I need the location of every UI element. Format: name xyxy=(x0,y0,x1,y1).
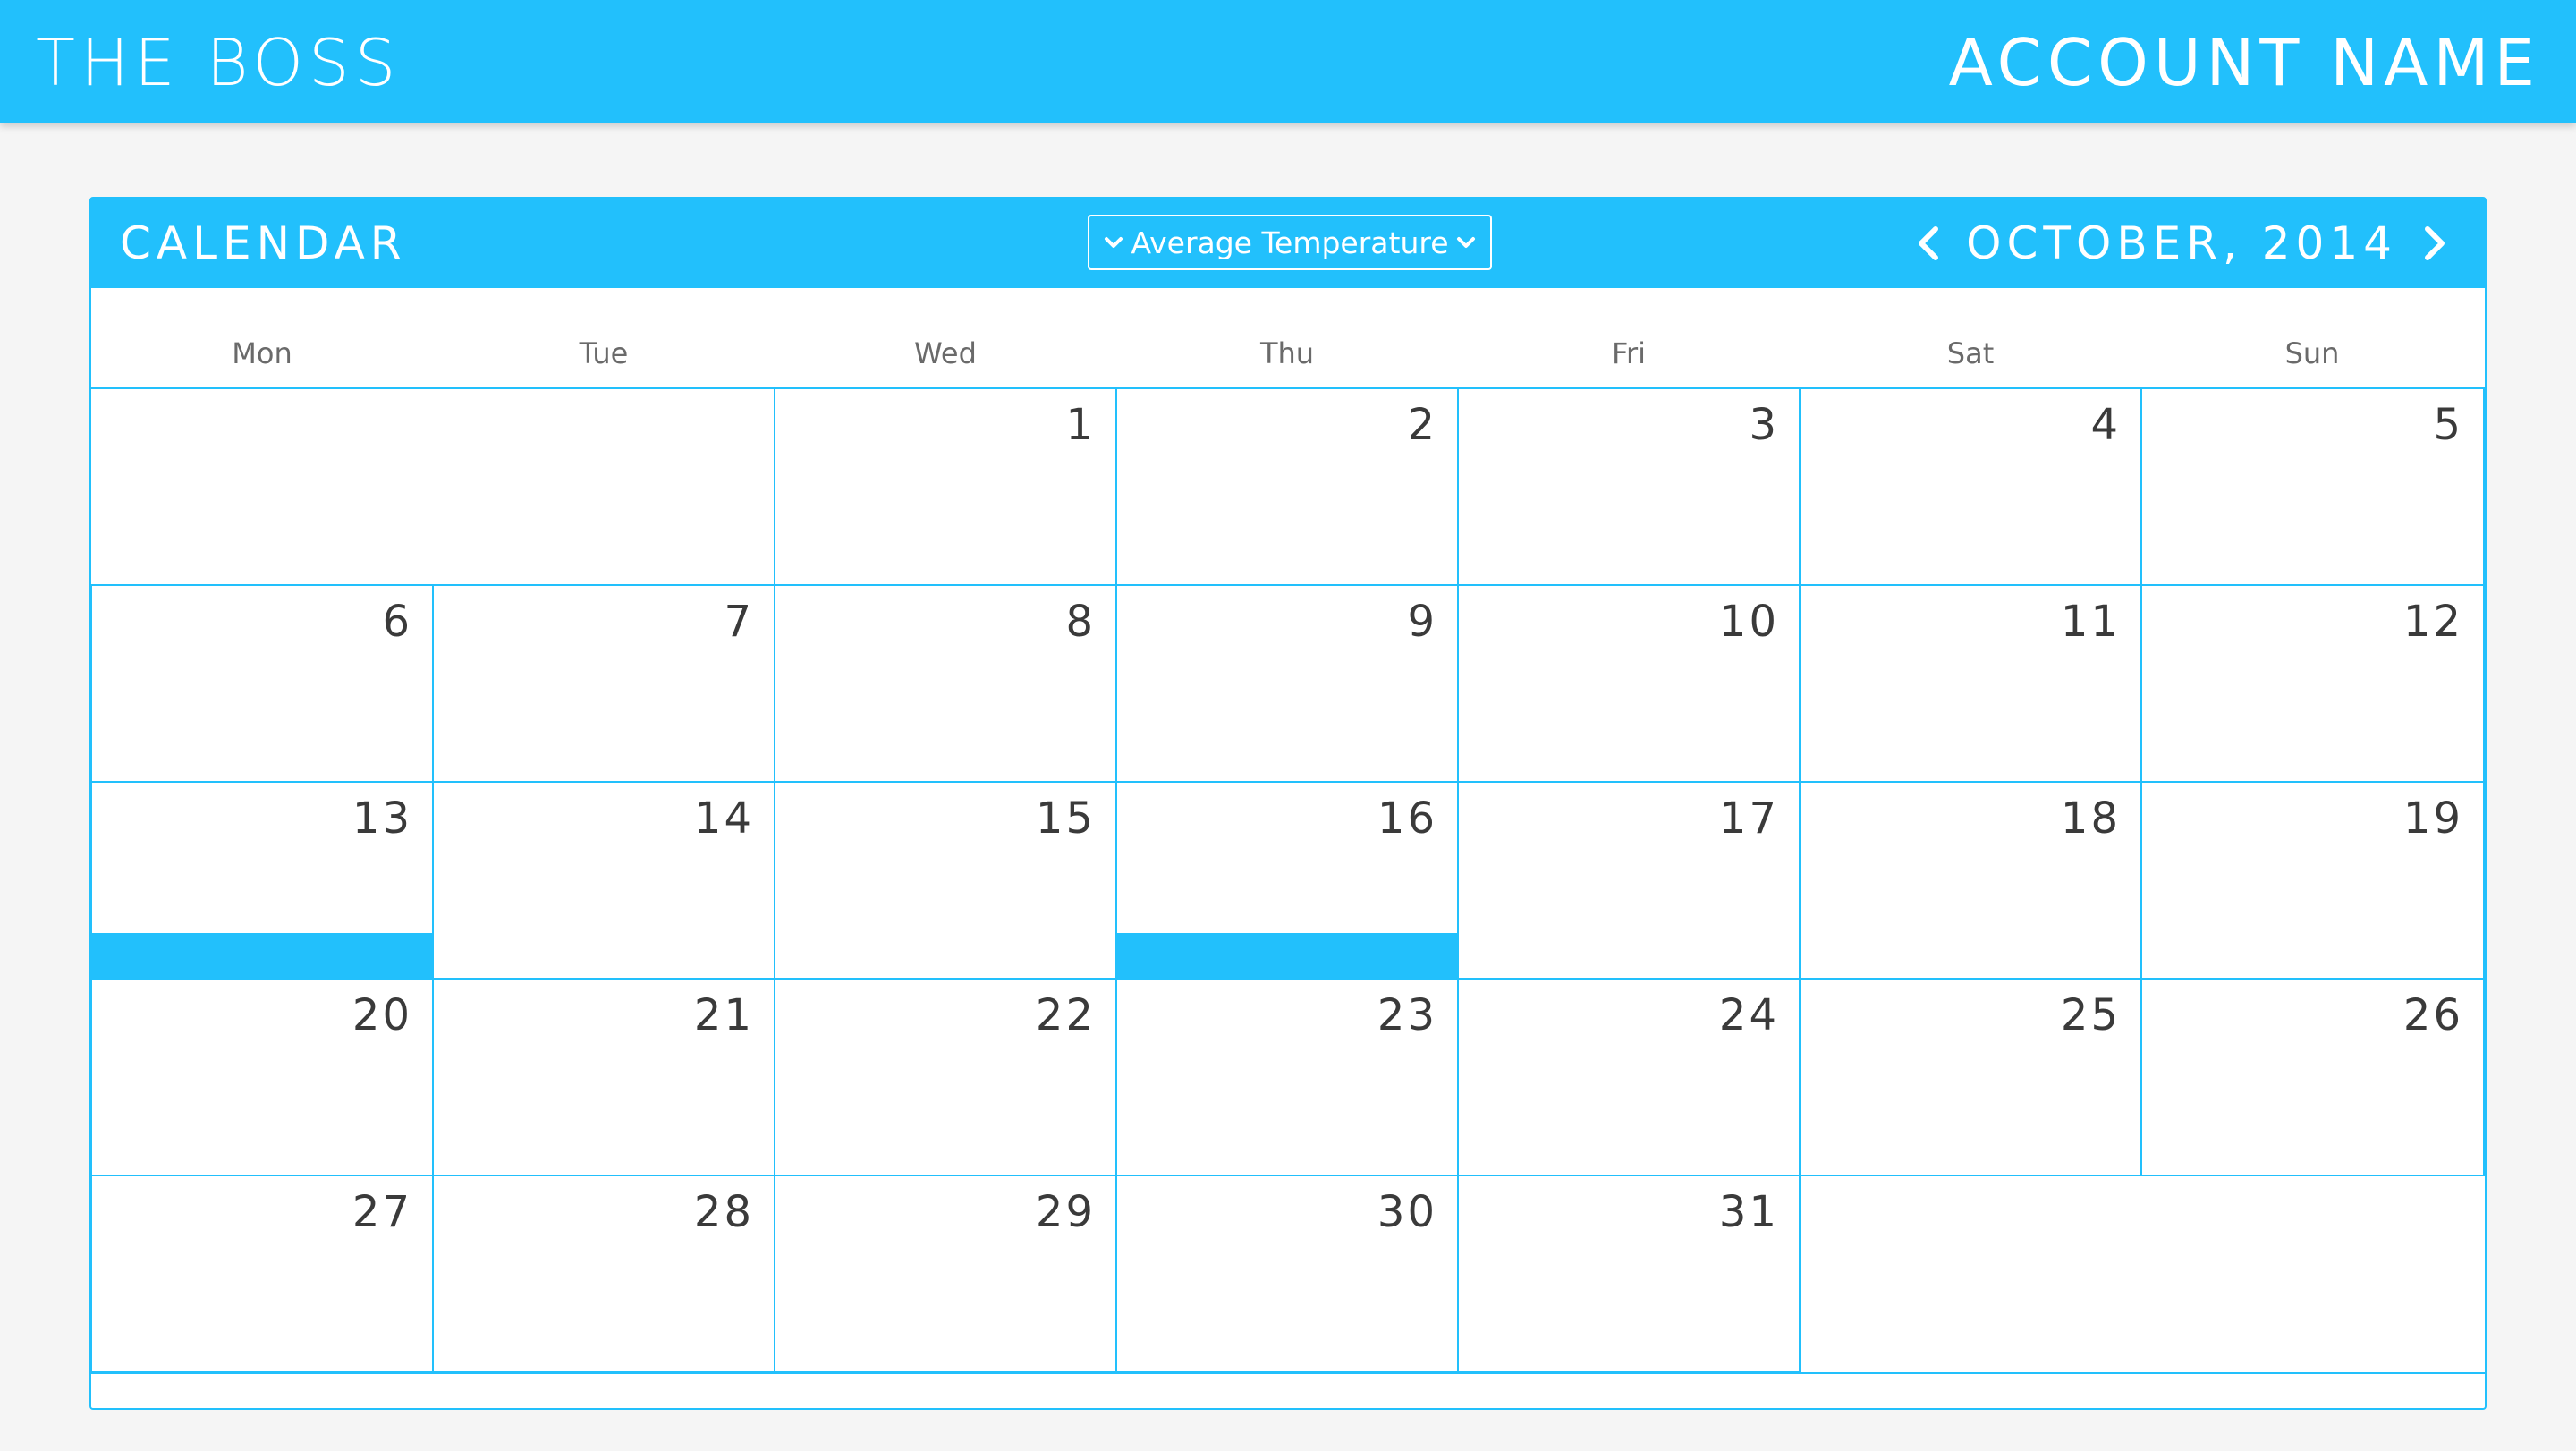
metric-label: Average Temperature xyxy=(1131,225,1449,260)
day-number: 6 xyxy=(382,597,412,647)
day-number: 8 xyxy=(1065,597,1096,647)
day-number: 11 xyxy=(2060,597,2121,647)
day-cell[interactable]: 11 xyxy=(1799,584,2142,783)
day-cell[interactable]: 26 xyxy=(2140,978,2485,1176)
event-bar[interactable] xyxy=(1117,933,1457,978)
day-number: 18 xyxy=(2060,793,2121,844)
day-number: 17 xyxy=(1718,793,1779,844)
day-cell[interactable]: 24 xyxy=(1457,978,1801,1176)
day-number: 21 xyxy=(693,990,754,1040)
chevron-down-icon xyxy=(1456,233,1476,252)
day-cell[interactable]: 16 xyxy=(1115,781,1459,980)
weekday-header: Mon Tue Wed Thu Fri Sat Sun xyxy=(91,288,2485,388)
day-cell[interactable]: 25 xyxy=(1799,978,2142,1176)
day-cell[interactable]: 14 xyxy=(432,781,775,980)
weekday-wed: Wed xyxy=(914,336,977,370)
day-number: 23 xyxy=(1377,990,1437,1040)
day-number: 31 xyxy=(1718,1187,1779,1237)
weekday-mon: Mon xyxy=(232,336,292,370)
chevron-left-icon xyxy=(1919,226,1939,260)
brand-title[interactable]: THE BOSS xyxy=(36,25,401,100)
calendar-panel: CALENDAR Average Temperature OCTOBER, 20… xyxy=(89,197,2487,1410)
day-cell[interactable]: 12 xyxy=(2140,584,2485,783)
weekday-sat: Sat xyxy=(1946,336,1995,370)
account-name[interactable]: ACCOUNT NAME xyxy=(1949,25,2540,100)
day-cell[interactable]: 18 xyxy=(1799,781,2142,980)
day-number: 22 xyxy=(1035,990,1096,1040)
calendar-title: CALENDAR xyxy=(120,217,407,269)
day-number: 5 xyxy=(2433,400,2463,450)
next-month-button[interactable] xyxy=(2417,218,2453,268)
day-number: 13 xyxy=(352,793,412,844)
event-bar[interactable] xyxy=(92,933,432,978)
day-cell[interactable]: 10 xyxy=(1457,584,1801,783)
day-cell[interactable]: 3 xyxy=(1457,387,1801,586)
day-number: 4 xyxy=(2090,400,2121,450)
day-cell[interactable]: 13 xyxy=(90,781,434,980)
day-number: 26 xyxy=(2402,990,2463,1040)
day-cell[interactable]: 1 xyxy=(774,387,1117,586)
chevron-right-icon xyxy=(2425,226,2445,260)
day-number: 16 xyxy=(1377,793,1437,844)
day-cell[interactable]: 30 xyxy=(1115,1175,1459,1373)
calendar-grid: 1 2 3 4 5 6 7 8 9 10 11 12 13 14 15 16 17 18 19 20 21 22 23 24 2… xyxy=(90,387,2485,1374)
day-number: 30 xyxy=(1377,1187,1437,1237)
day-cell[interactable]: 7 xyxy=(432,584,775,783)
calendar-header: CALENDAR Average Temperature OCTOBER, 20… xyxy=(91,199,2485,288)
day-cell[interactable]: 29 xyxy=(774,1175,1117,1373)
weekday-sun: Sun xyxy=(2284,336,2340,370)
day-cell[interactable]: 28 xyxy=(432,1175,775,1373)
day-number: 19 xyxy=(2402,793,2463,844)
weekday-fri: Fri xyxy=(1611,336,1647,370)
top-bar: THE BOSS ACCOUNT NAME xyxy=(0,0,2576,123)
day-cell[interactable]: 8 xyxy=(774,584,1117,783)
weekday-tue: Tue xyxy=(579,336,629,370)
day-number: 15 xyxy=(1035,793,1096,844)
day-number: 20 xyxy=(352,990,412,1040)
day-cell[interactable]: 15 xyxy=(774,781,1117,980)
day-number: 3 xyxy=(1749,400,1779,450)
day-cell[interactable]: 21 xyxy=(432,978,775,1176)
grid-bottom-border xyxy=(91,1372,2485,1374)
day-number: 7 xyxy=(724,597,754,647)
day-cell[interactable]: 27 xyxy=(90,1175,434,1373)
day-number: 10 xyxy=(1718,597,1779,647)
day-number: 2 xyxy=(1407,400,1437,450)
day-cell[interactable]: 17 xyxy=(1457,781,1801,980)
day-number: 27 xyxy=(352,1187,412,1237)
day-cell[interactable]: 4 xyxy=(1799,387,2142,586)
chevron-down-icon xyxy=(1104,233,1123,252)
day-number: 14 xyxy=(693,793,754,844)
month-navigation: OCTOBER, 2014 xyxy=(1911,215,2453,272)
prev-month-button[interactable] xyxy=(1911,218,1946,268)
day-number: 25 xyxy=(2060,990,2121,1040)
day-cell[interactable]: 9 xyxy=(1115,584,1459,783)
day-cell[interactable]: 5 xyxy=(2140,387,2485,586)
day-number: 28 xyxy=(693,1187,754,1237)
day-cell[interactable]: 2 xyxy=(1115,387,1459,586)
day-number: 9 xyxy=(1407,597,1437,647)
day-cell[interactable]: 20 xyxy=(90,978,434,1176)
weekday-thu: Thu xyxy=(1259,336,1315,370)
metric-dropdown[interactable]: Average Temperature xyxy=(1088,215,1492,270)
day-cell[interactable]: 22 xyxy=(774,978,1117,1176)
day-number: 12 xyxy=(2402,597,2463,647)
day-number: 29 xyxy=(1035,1187,1096,1237)
current-month: OCTOBER, 2014 xyxy=(1966,217,2397,269)
day-cell[interactable]: 23 xyxy=(1115,978,1459,1176)
day-cell[interactable]: 6 xyxy=(90,584,434,783)
day-cell[interactable]: 19 xyxy=(2140,781,2485,980)
day-number: 24 xyxy=(1718,990,1779,1040)
day-cell[interactable]: 31 xyxy=(1457,1175,1801,1373)
day-number: 1 xyxy=(1065,400,1096,450)
